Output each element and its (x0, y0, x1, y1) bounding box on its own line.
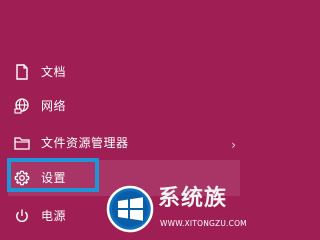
settings-highlight-box (7, 158, 99, 192)
power-icon (11, 205, 33, 227)
watermark-url: WWW.XITONGZU.COM (160, 219, 247, 228)
submenu-chevron-icon[interactable]: › (231, 139, 236, 151)
watermark-title: 系统族 (158, 186, 228, 211)
windows-logo-icon (106, 185, 154, 233)
start-menu-item-label: 电源 (41, 209, 67, 223)
start-menu-item-label: 网络 (41, 99, 67, 113)
site-watermark: 系统族 WWW.XITONGZU.COM (106, 183, 253, 240)
network-icon (11, 95, 33, 117)
start-menu-item-documents[interactable]: 文档 (8, 56, 238, 88)
folder-icon (11, 132, 33, 154)
start-menu-item-label: 文件资源管理器 (41, 136, 129, 150)
start-menu-item-label: 文档 (41, 65, 67, 79)
start-menu-item-file-explorer[interactable]: 文件资源管理器 (8, 127, 238, 159)
document-icon (11, 61, 33, 83)
start-menu-item-network[interactable]: 网络 (8, 90, 238, 122)
